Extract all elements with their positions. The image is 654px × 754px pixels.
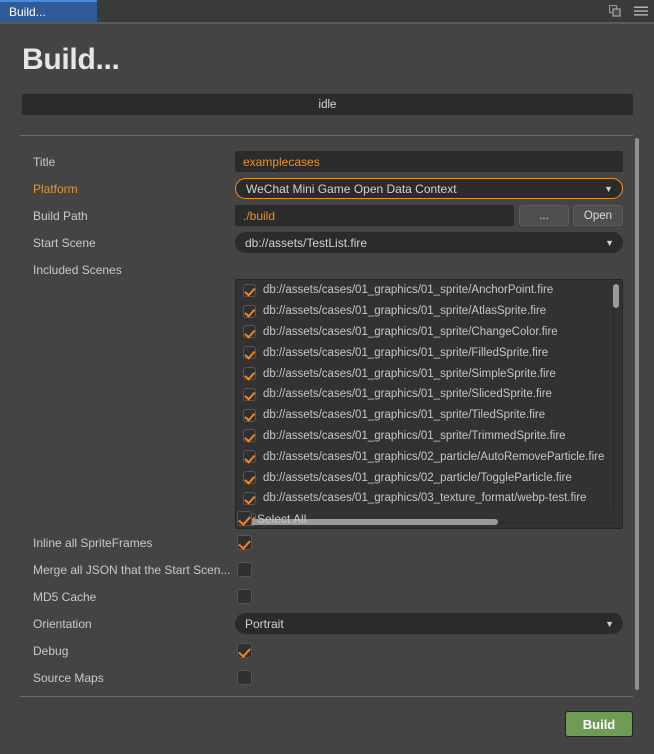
select-all-label: Select All (257, 511, 307, 526)
scene-item-label: db://assets/cases/01_graphics/02_particl… (263, 471, 572, 484)
scene-item-checkbox[interactable] (243, 346, 256, 360)
scene-rows-container: db://assets/cases/01_graphics/01_sprite/… (236, 280, 622, 528)
separator-top (20, 135, 633, 136)
scene-item-label: db://assets/cases/01_graphics/01_sprite/… (263, 325, 558, 338)
main-scrollbar-thumb[interactable] (635, 138, 639, 690)
label-build-path: Build Path (33, 208, 88, 223)
scene-list-item[interactable]: db://assets/cases/01_graphics/01_sprite/… (236, 301, 622, 322)
list-vertical-scrollbar-thumb[interactable] (613, 284, 619, 308)
scene-list-item[interactable]: db://assets/cases/01_graphics/01_sprite/… (236, 384, 622, 405)
label-title: Title (33, 154, 56, 169)
row-title: Title (0, 148, 630, 175)
debug-checkbox[interactable] (237, 643, 252, 658)
start-scene-value: db://assets/TestList.fire (245, 235, 368, 250)
label-included-scenes: Included Scenes (33, 262, 122, 277)
status-bar: idle (22, 94, 633, 115)
row-platform: Platform WeChat Mini Game Open Data Cont… (0, 175, 630, 202)
row-merge-json: Merge all JSON that the Start Scen... (0, 556, 630, 583)
scene-item-label: db://assets/cases/01_graphics/02_particl… (263, 450, 605, 463)
scene-item-label: db://assets/cases/01_graphics/01_sprite/… (263, 284, 554, 297)
scene-item-label: db://assets/cases/01_graphics/03_texture… (263, 492, 587, 505)
label-source-maps: Source Maps (33, 670, 104, 685)
included-scenes-list[interactable]: db://assets/cases/01_graphics/01_sprite/… (235, 279, 623, 529)
scene-list-item[interactable]: db://assets/cases/01_graphics/01_sprite/… (236, 342, 622, 363)
chevron-down-icon: ▼ (605, 618, 614, 629)
scene-item-checkbox[interactable] (243, 491, 256, 505)
scene-item-checkbox[interactable] (243, 367, 256, 381)
label-platform: Platform (33, 181, 78, 196)
scene-list-item[interactable]: db://assets/cases/01_graphics/02_particl… (236, 446, 622, 467)
titlebar-spacer (97, 0, 602, 22)
status-text: idle (318, 98, 337, 111)
scene-item-label: db://assets/cases/01_graphics/01_sprite/… (263, 409, 546, 422)
scene-list-item[interactable]: db://assets/cases/01_graphics/01_sprite/… (236, 280, 622, 301)
label-orientation: Orientation (33, 616, 92, 631)
source-maps-checkbox[interactable] (237, 670, 252, 685)
md5-cache-checkbox[interactable] (237, 589, 252, 604)
select-all-checkbox[interactable] (237, 511, 252, 526)
titlebar: Build... (0, 0, 654, 22)
row-start-scene: Start Scene db://assets/TestList.fire ▼ (0, 229, 630, 256)
row-inline-spriteframes: Inline all SpriteFrames (0, 529, 630, 556)
merge-json-checkbox[interactable] (237, 562, 252, 577)
platform-dropdown[interactable]: WeChat Mini Game Open Data Context ▼ (235, 178, 623, 199)
restore-window-icon[interactable] (602, 0, 628, 22)
label-start-scene: Start Scene (33, 235, 96, 250)
label-merge-json: Merge all JSON that the Start Scen... (33, 562, 231, 577)
hamburger-menu-icon[interactable] (628, 0, 654, 22)
platform-value: WeChat Mini Game Open Data Context (246, 181, 457, 196)
orientation-value: Portrait (245, 616, 284, 631)
scene-item-checkbox[interactable] (243, 429, 256, 443)
chevron-down-icon: ▼ (605, 237, 614, 248)
browse-button-label: ... (539, 209, 549, 222)
page-title: Build... (22, 43, 120, 76)
scene-item-label: db://assets/cases/01_graphics/01_sprite/… (263, 367, 556, 380)
row-select-all: Select All (0, 505, 630, 532)
scene-item-checkbox[interactable] (243, 304, 256, 318)
tab-build[interactable]: Build... (0, 0, 97, 22)
scene-item-label: db://assets/cases/01_graphics/01_sprite/… (263, 429, 566, 442)
orientation-dropdown[interactable]: Portrait ▼ (235, 613, 623, 634)
scene-list-item[interactable]: db://assets/cases/01_graphics/01_sprite/… (236, 405, 622, 426)
row-source-maps: Source Maps (0, 664, 630, 691)
build-button[interactable]: Build (565, 711, 633, 737)
scene-list-item[interactable]: db://assets/cases/01_graphics/01_sprite/… (236, 426, 622, 447)
list-vertical-scrollbar-track[interactable] (613, 283, 619, 511)
tab-build-label: Build... (9, 5, 46, 19)
scene-item-label: db://assets/cases/01_graphics/01_sprite/… (263, 305, 547, 318)
inline-spriteframes-checkbox[interactable] (237, 535, 252, 550)
row-md5-cache: MD5 Cache (0, 583, 630, 610)
scene-list-item[interactable]: db://assets/cases/01_graphics/02_particl… (236, 467, 622, 488)
scene-item-checkbox[interactable] (243, 408, 256, 422)
separator-bottom (20, 696, 633, 697)
scene-item-checkbox[interactable] (243, 387, 256, 401)
row-debug: Debug (0, 637, 630, 664)
open-button[interactable]: Open (573, 205, 623, 226)
build-panel: Build... idle Title Platform WeChat Mini… (0, 24, 654, 754)
scene-list-item[interactable]: db://assets/cases/01_graphics/01_sprite/… (236, 363, 622, 384)
scene-item-checkbox[interactable] (243, 325, 256, 339)
scene-item-checkbox[interactable] (243, 283, 256, 297)
scene-item-checkbox[interactable] (243, 471, 256, 485)
scene-item-label: db://assets/cases/01_graphics/01_sprite/… (263, 388, 552, 401)
build-button-label: Build (582, 716, 616, 732)
scene-list-item[interactable]: db://assets/cases/01_graphics/01_sprite/… (236, 322, 622, 343)
open-button-label: Open (583, 209, 613, 222)
row-orientation: Orientation Portrait ▼ (0, 610, 630, 637)
title-input[interactable] (235, 151, 623, 172)
browse-button[interactable]: ... (519, 205, 569, 226)
label-inline-spriteframes: Inline all SpriteFrames (33, 535, 153, 550)
row-build-path: Build Path ... Open (0, 202, 630, 229)
start-scene-dropdown[interactable]: db://assets/TestList.fire ▼ (235, 232, 623, 253)
label-md5-cache: MD5 Cache (33, 589, 97, 604)
scene-item-label: db://assets/cases/01_graphics/01_sprite/… (263, 346, 549, 359)
build-path-input[interactable] (235, 205, 514, 226)
scene-item-checkbox[interactable] (243, 450, 256, 464)
chevron-down-icon: ▼ (604, 183, 613, 194)
label-debug: Debug (33, 643, 69, 658)
